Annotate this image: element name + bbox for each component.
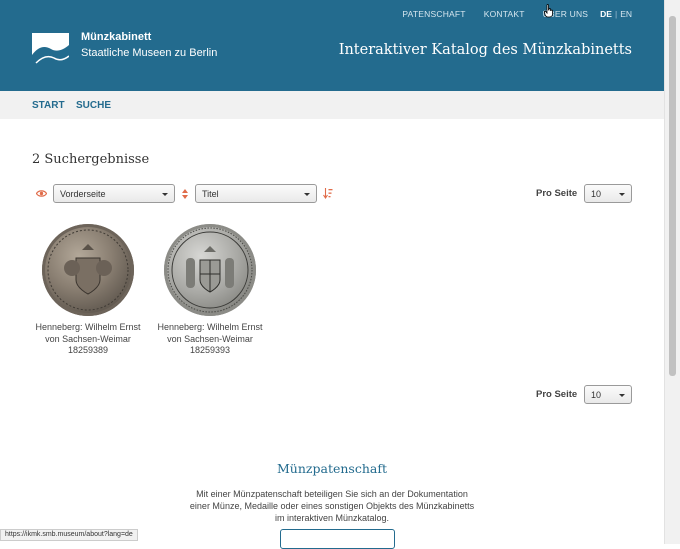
sort-field-select[interactable]: Titel [195,184,317,203]
page-scrollbar[interactable] [664,0,680,544]
lang-de[interactable]: DE [600,9,612,19]
brand-block[interactable]: Münzkabinett Staatliche Museen zu Berlin [81,31,217,59]
lang-separator: | [614,9,618,19]
per-page-select[interactable]: 10 [584,184,632,203]
coin-image[interactable] [42,224,134,316]
result-title-line2[interactable]: von Sachsen-Weimar [145,334,275,346]
results-title: 2 Suchergebnisse [32,152,150,167]
brand-subtitle: Staatliche Museen zu Berlin [81,47,218,59]
view-side-select[interactable]: Vorderseite [53,184,175,203]
chevron-down-icon [619,394,625,397]
sort-icon [182,189,188,199]
lang-en[interactable]: EN [620,9,632,19]
sort-direction-icon[interactable] [323,188,333,199]
result-title-line2[interactable]: von Sachsen-Weimar [23,334,153,346]
main-navigation: START SUCHE [0,91,664,119]
chevron-down-icon [162,193,168,196]
catalog-title: Interaktiver Katalog des Münzkabinetts [338,42,632,58]
nav-suche[interactable]: SUCHE [76,100,111,111]
result-card[interactable]: Henneberg: Wilhelm Ernst von Sachsen-Wei… [23,224,153,357]
patenschaft-text-line3: im interaktiven Münzkatalog. [274,512,390,523]
per-page-value-bottom: 10 [591,390,602,400]
patenschaft-text-line2: einer Münze, Medaille oder eines sonstig… [189,500,475,511]
wave-logo-icon [32,33,69,70]
coin-obverse-icon [167,227,253,313]
brand-name: Münzkabinett [81,31,152,43]
site-header: PATENSCHAFT KONTAKT ÜBER UNS DE | EN Münzk… [0,0,664,91]
status-bar-url: https://ikmk.smb.museum/about?lang=de [0,529,138,541]
patenschaft-title: Münzpatenschaft [277,461,387,476]
language-switcher: DE | EN [600,9,632,19]
nav-start[interactable]: START [32,100,65,111]
chevron-down-icon [619,193,625,196]
coin-image[interactable] [164,224,256,316]
chevron-down-icon [304,193,310,196]
result-title-line1[interactable]: Henneberg: Wilhelm Ernst [145,322,275,334]
sort-field-value: Titel [202,189,219,199]
view-side-value: Vorderseite [60,189,106,199]
per-page-value: 10 [591,189,602,199]
patenschaft-button[interactable] [280,529,395,549]
top-link-patenschaft[interactable]: PATENSCHAFT [402,9,465,19]
scrollbar-thumb[interactable] [669,16,676,376]
museum-logo[interactable] [32,33,69,70]
per-page-label: Pro Seite [536,188,578,199]
coin-obverse-icon [47,229,129,311]
per-page-select-bottom[interactable]: 10 [584,385,632,404]
top-link-kontakt[interactable]: KONTAKT [484,9,525,19]
per-page-label-bottom: Pro Seite [536,389,578,400]
patenschaft-text: Mit einer Münzpatenschaft beteiligen Sie… [180,489,484,524]
hand-cursor-icon [544,4,553,18]
result-id: 18259393 [189,345,231,355]
top-navigation: PATENSCHAFT KONTAKT ÜBER UNS DE | EN [384,9,632,19]
result-title-line1[interactable]: Henneberg: Wilhelm Ernst [23,322,153,334]
result-id: 18259389 [67,345,109,355]
result-card[interactable]: Henneberg: Wilhelm Ernst von Sachsen-Wei… [145,224,275,357]
patenschaft-text-line1: Mit einer Münzpatenschaft beteiligen Sie… [196,489,468,499]
eye-icon [36,190,47,197]
